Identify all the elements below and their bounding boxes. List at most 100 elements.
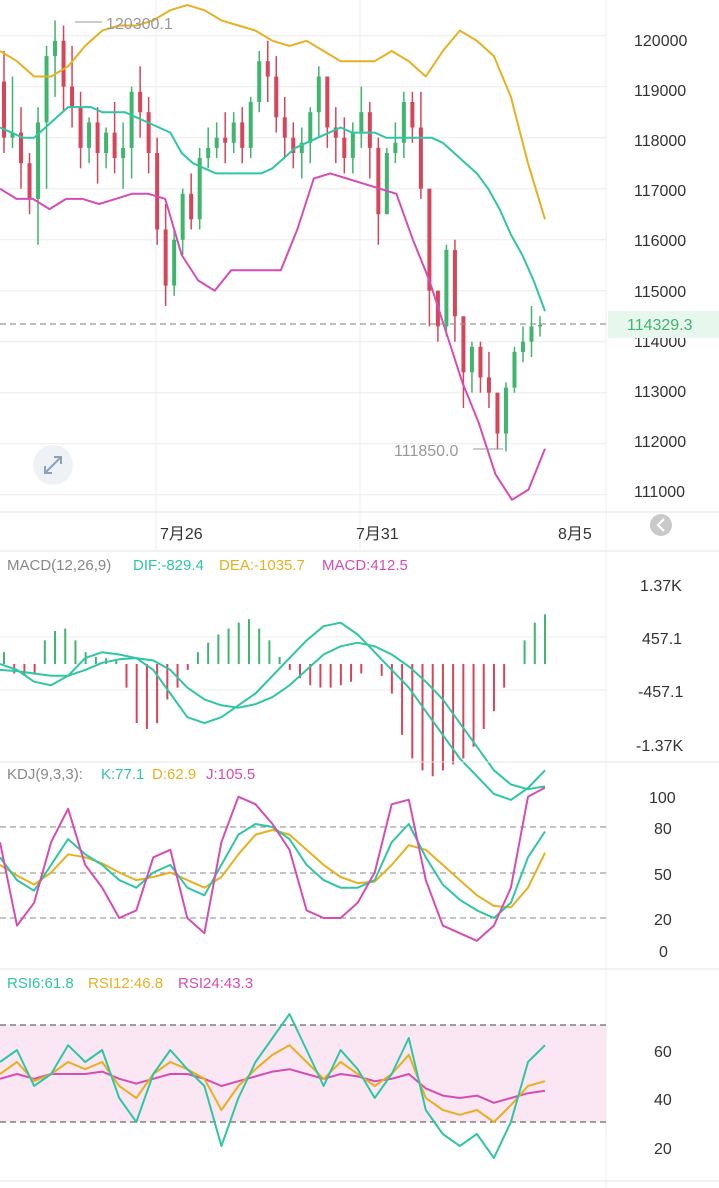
kdj-d-label: D:62.9 — [152, 766, 196, 783]
macd-dif-label: DIF:-829.4 — [133, 557, 204, 574]
candle-body — [180, 193, 185, 240]
candle-body — [384, 153, 389, 215]
kdj-tick: 20 — [654, 912, 672, 929]
trading-chart: 120000 119000 118000 117000 116000 11500… — [0, 0, 719, 1188]
expand-icon[interactable] — [33, 445, 73, 485]
candle-body — [512, 351, 517, 388]
candle-body — [44, 56, 49, 123]
candle-body — [240, 122, 245, 148]
rsi-tick: 60 — [654, 1044, 672, 1061]
candle-body — [223, 137, 228, 143]
candle-body — [452, 249, 457, 317]
candle-body — [78, 107, 83, 148]
candle-body — [538, 324, 542, 327]
candle-body — [325, 76, 330, 128]
macd-tick: 457.1 — [642, 631, 682, 648]
candle-body — [282, 117, 287, 138]
kdj-tick: 0 — [659, 944, 668, 961]
macd-tick: -457.1 — [638, 684, 683, 701]
price-tick: 118000 — [634, 133, 686, 150]
kdj-tick: 50 — [654, 867, 672, 884]
chevron-left-icon[interactable] — [650, 514, 672, 536]
candle-body — [342, 137, 347, 159]
candle-body — [393, 142, 398, 153]
candle-body — [248, 102, 253, 148]
candle-body — [87, 122, 92, 148]
candle-body — [469, 346, 474, 373]
candle-body — [95, 122, 100, 153]
price-tick: 119000 — [634, 83, 686, 100]
price-tick: 117000 — [634, 183, 686, 200]
rsi6-label: RSI6:61.8 — [7, 975, 74, 992]
kdj-tick: 80 — [654, 821, 672, 838]
candle-body — [61, 40, 66, 87]
candle-body — [231, 122, 236, 143]
candle-body — [138, 91, 143, 113]
current-price-label: 114329.3 — [627, 317, 693, 334]
date-tick: 7月31 — [356, 526, 399, 543]
candle-body — [163, 229, 168, 286]
candle-body — [146, 112, 151, 153]
rsi24-label: RSI24:43.3 — [178, 975, 253, 992]
candle-body — [520, 341, 525, 352]
candle-body — [486, 377, 491, 393]
macd-tick: 1.37K — [640, 578, 682, 595]
candle-body — [265, 61, 270, 77]
macd-tick: -1.37K — [636, 738, 683, 755]
kdj-k-label: K:77.1 — [101, 766, 144, 783]
high-price-label: 120300.1 — [106, 16, 173, 33]
rsi12-label: RSI12:46.8 — [88, 975, 163, 992]
candlesticks — [2, 20, 542, 452]
candle-body — [104, 132, 109, 153]
price-axis: 120000 119000 118000 117000 116000 11500… — [634, 33, 687, 501]
kdj-k-line — [0, 823, 546, 919]
price-tick: 113000 — [634, 384, 686, 401]
candle-body — [53, 40, 58, 57]
candle-body — [70, 86, 75, 108]
price-tick: 115000 — [634, 284, 686, 301]
candle-body — [376, 147, 381, 215]
rsi-tick: 40 — [654, 1092, 672, 1109]
price-tick: 116000 — [634, 233, 686, 250]
candle-body — [274, 76, 279, 118]
candle-body — [121, 147, 126, 159]
candle-body — [308, 112, 313, 143]
candle-body — [410, 102, 415, 128]
candle-body — [461, 316, 466, 373]
date-tick: 7月26 — [160, 526, 203, 543]
macd-title: MACD(12,26,9) — [7, 557, 111, 574]
candle-body — [155, 153, 160, 230]
macd-dea-label: DEA:-1035.7 — [219, 557, 305, 574]
price-tick: 120000 — [634, 33, 687, 50]
candle-body — [478, 346, 483, 378]
candle-body — [112, 132, 117, 159]
candle-body — [503, 387, 508, 434]
kdj-d-line — [0, 829, 546, 909]
price-tick: 112000 — [634, 434, 686, 451]
candle-body — [418, 127, 423, 189]
date-tick: 8月5 — [558, 526, 592, 543]
candle-body — [214, 137, 219, 148]
kdj-tick: 100 — [649, 790, 676, 807]
kdj-j-label: J:105.5 — [206, 766, 255, 783]
rsi-tick: 20 — [654, 1141, 672, 1158]
candle-body — [206, 147, 211, 159]
candle-body — [444, 249, 449, 327]
main-grid — [0, 0, 606, 550]
candle-body — [401, 102, 406, 143]
candle-body — [316, 76, 321, 113]
candle-body — [27, 163, 32, 199]
candle-body — [529, 326, 534, 342]
candle-body — [350, 132, 355, 159]
candle-body — [189, 193, 194, 220]
price-tick: 111000 — [634, 484, 685, 501]
candle-body — [367, 112, 372, 148]
candle-body — [129, 91, 134, 148]
moving-average-lines — [0, 4, 546, 501]
candle-body — [495, 392, 500, 434]
low-price-label: 111850.0 — [394, 443, 458, 460]
kdj-title: KDJ(9,3,3): — [7, 766, 83, 783]
candle-body — [257, 61, 262, 102]
candle-body — [359, 112, 364, 133]
candle-body — [172, 239, 177, 286]
